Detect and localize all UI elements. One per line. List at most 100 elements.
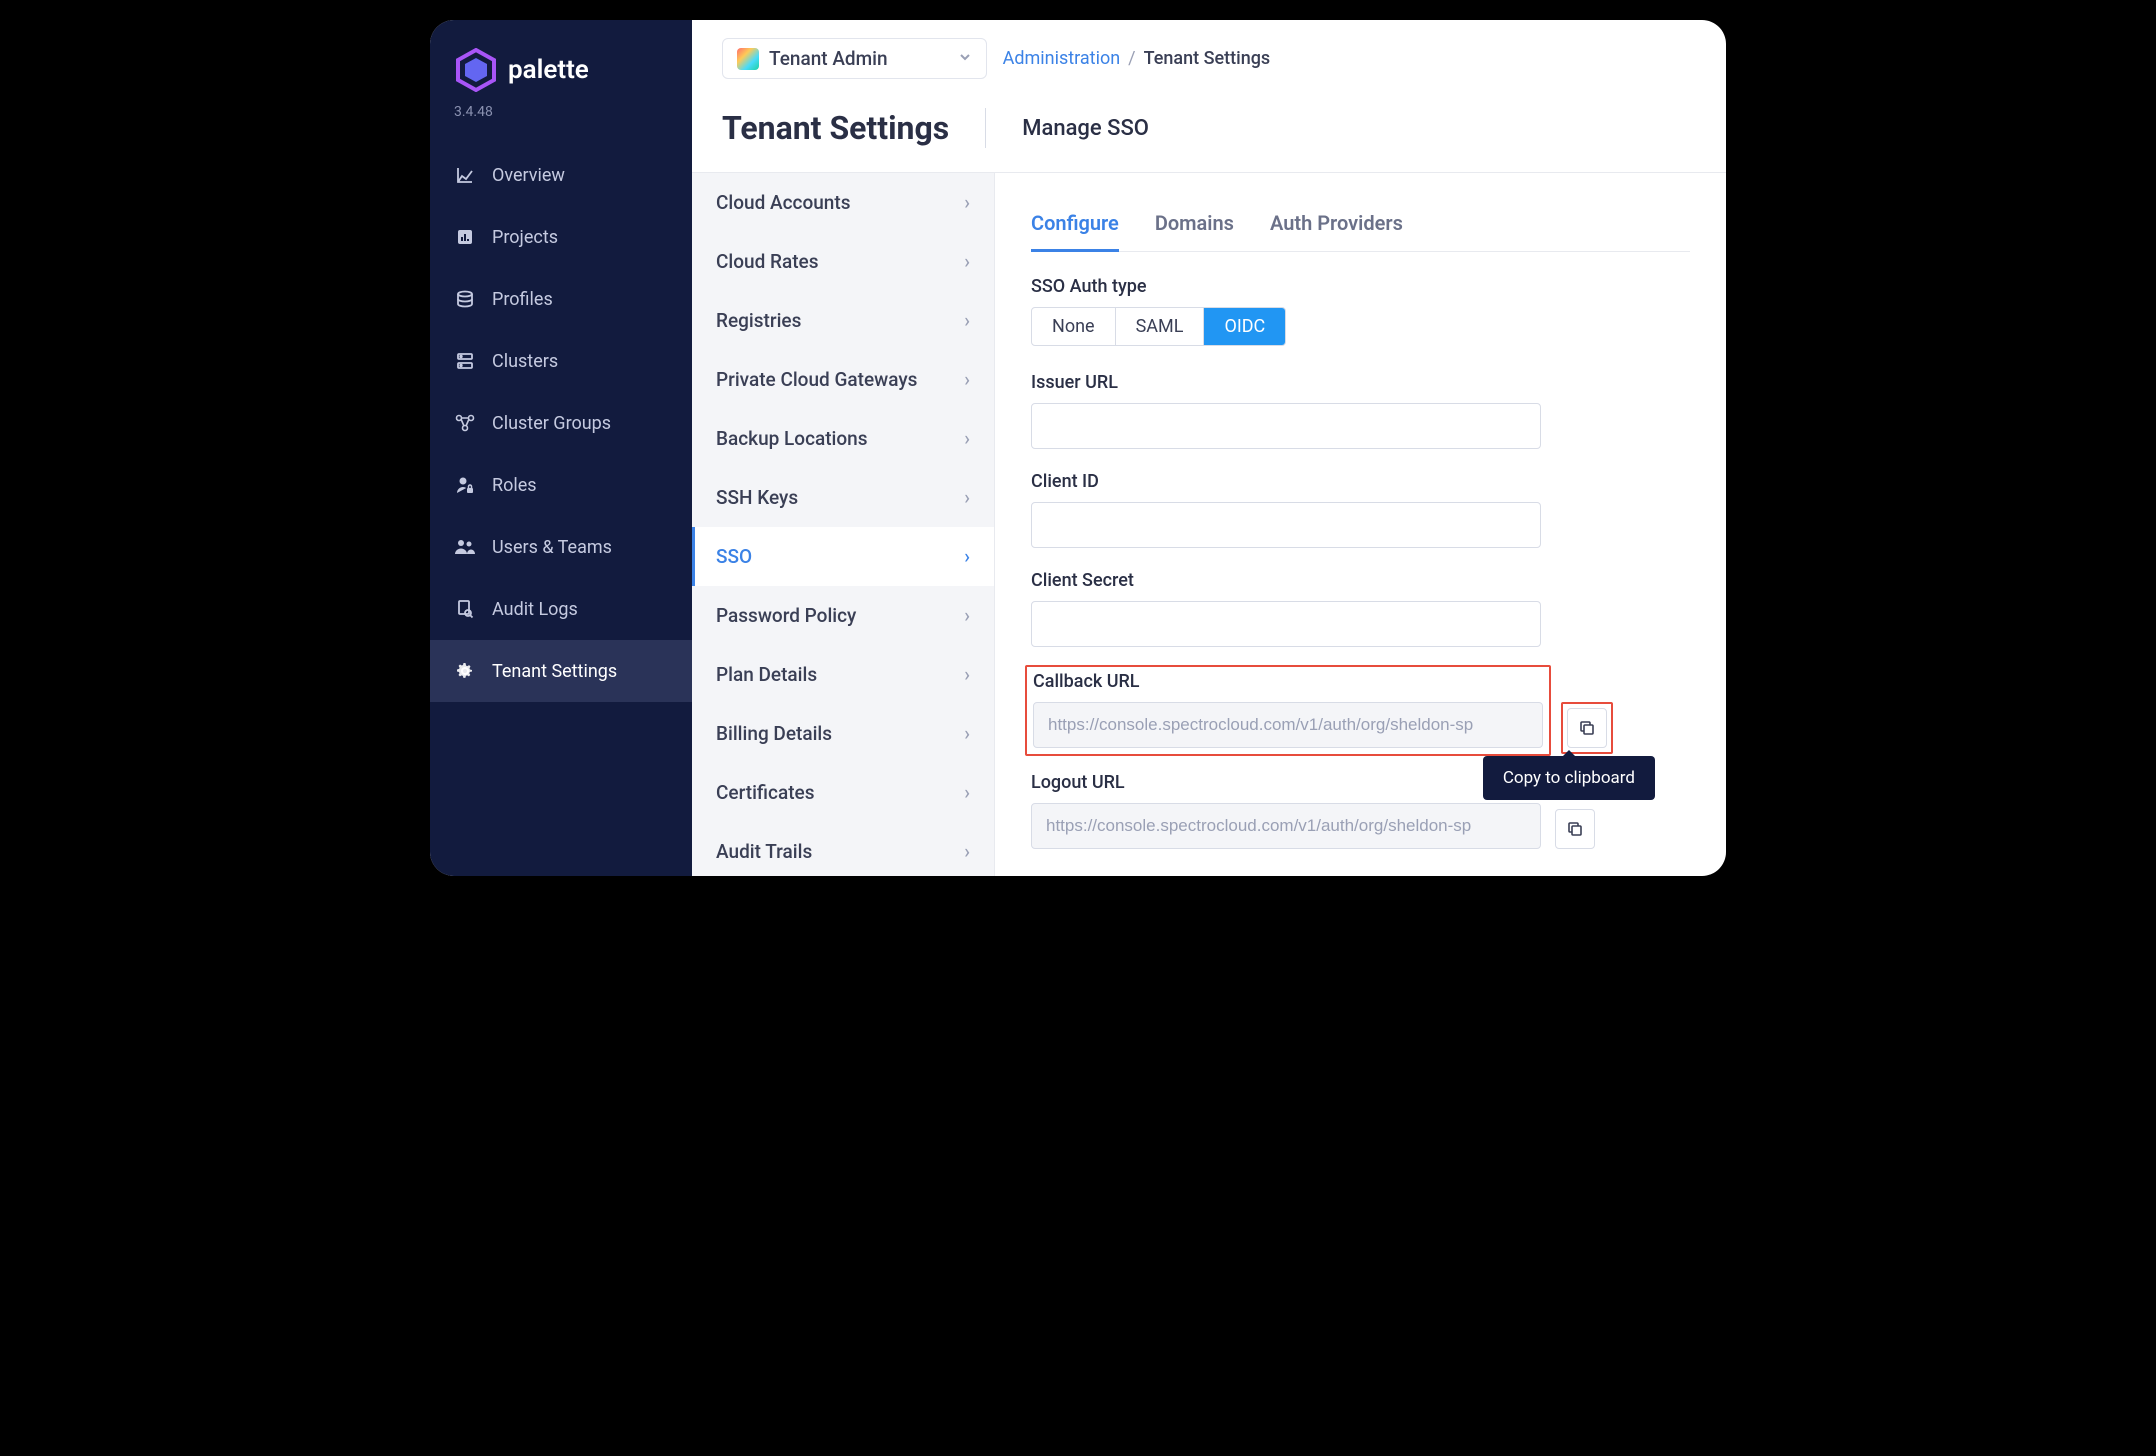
nav-label: Audit Logs xyxy=(492,599,578,620)
copy-highlight: Copy to clipboard xyxy=(1561,702,1613,754)
copy-icon xyxy=(1566,820,1584,838)
page-subtitle: Manage SSO xyxy=(1022,116,1149,141)
settings-nav: Cloud Accounts› Cloud Rates› Registries›… xyxy=(692,173,995,876)
projects-icon xyxy=(454,226,476,248)
sidebar-item-cluster-groups[interactable]: Cluster Groups xyxy=(430,392,692,454)
breadcrumb-link[interactable]: Administration xyxy=(1003,48,1121,69)
version-text: 3.4.48 xyxy=(430,96,692,144)
issuer-url-label: Issuer URL xyxy=(1031,372,1690,393)
client-id-label: Client ID xyxy=(1031,471,1690,492)
breadcrumb-separator: / xyxy=(1128,48,1135,69)
client-secret-field: Client Secret xyxy=(1031,570,1690,647)
auth-type-oidc[interactable]: OIDC xyxy=(1204,308,1285,345)
content-row: Cloud Accounts› Cloud Rates› Registries›… xyxy=(692,172,1726,876)
tenant-icon xyxy=(737,48,759,70)
chevron-right-icon: › xyxy=(964,840,970,863)
sidebar-item-users-teams[interactable]: Users & Teams xyxy=(430,516,692,578)
user-lock-icon xyxy=(454,474,476,496)
callback-url-label: Callback URL xyxy=(1033,671,1543,692)
settings-item-sso[interactable]: SSO› xyxy=(692,527,994,586)
chevron-right-icon: › xyxy=(964,427,970,450)
chevron-right-icon: › xyxy=(964,722,970,745)
sidebar-item-audit-logs[interactable]: Audit Logs xyxy=(430,578,692,640)
breadcrumb: Administration / Tenant Settings xyxy=(1003,48,1271,69)
chevron-right-icon: › xyxy=(964,781,970,804)
breadcrumb-current: Tenant Settings xyxy=(1144,48,1271,69)
copy-logout-button[interactable] xyxy=(1555,809,1595,849)
servers-icon xyxy=(454,350,476,372)
sidebar-item-clusters[interactable]: Clusters xyxy=(430,330,692,392)
callback-highlight: Callback URL xyxy=(1025,665,1551,756)
layers-icon xyxy=(454,288,476,310)
copy-icon xyxy=(1578,719,1596,737)
logo-icon xyxy=(454,48,498,92)
issuer-url-input[interactable] xyxy=(1031,403,1541,449)
topbar: Tenant Admin Administration / Tenant Set… xyxy=(692,20,1726,98)
issuer-url-field: Issuer URL xyxy=(1031,372,1690,449)
search-doc-icon xyxy=(454,598,476,620)
sidebar-item-profiles[interactable]: Profiles xyxy=(430,268,692,330)
settings-item-billing-details[interactable]: Billing Details› xyxy=(692,704,994,763)
gear-icon xyxy=(454,660,476,682)
chevron-right-icon: › xyxy=(964,604,970,627)
sidebar-item-projects[interactable]: Projects xyxy=(430,206,692,268)
nav-label: Tenant Settings xyxy=(492,661,617,682)
settings-item-backup-locations[interactable]: Backup Locations› xyxy=(692,409,994,468)
callback-url-field: Callback URL Copy to clipboard xyxy=(1031,669,1690,750)
logout-url-input[interactable] xyxy=(1031,803,1541,849)
app-window: palette 3.4.48 Overview Projects Profile… xyxy=(430,20,1726,876)
chevron-down-icon xyxy=(958,49,972,68)
chevron-right-icon: › xyxy=(964,545,970,568)
form-area: Configure Domains Auth Providers SSO Aut… xyxy=(995,173,1726,876)
settings-item-private-cloud-gateways[interactable]: Private Cloud Gateways› xyxy=(692,350,994,409)
callback-url-input[interactable] xyxy=(1033,702,1543,748)
tenant-dropdown[interactable]: Tenant Admin xyxy=(722,38,987,79)
client-id-field: Client ID xyxy=(1031,471,1690,548)
copy-tooltip: Copy to clipboard xyxy=(1483,756,1655,800)
auth-type-group: None SAML OIDC xyxy=(1031,307,1286,346)
sidebar-item-roles[interactable]: Roles xyxy=(430,454,692,516)
settings-item-ssh-keys[interactable]: SSH Keys› xyxy=(692,468,994,527)
client-secret-input[interactable] xyxy=(1031,601,1541,647)
settings-item-plan-details[interactable]: Plan Details› xyxy=(692,645,994,704)
brand-name: palette xyxy=(508,55,589,85)
chevron-right-icon: › xyxy=(964,486,970,509)
chart-icon xyxy=(454,164,476,186)
sidebar-item-overview[interactable]: Overview xyxy=(430,144,692,206)
sidebar-item-tenant-settings[interactable]: Tenant Settings xyxy=(430,640,692,702)
main-area: Tenant Admin Administration / Tenant Set… xyxy=(692,20,1726,876)
tab-auth-providers[interactable]: Auth Providers xyxy=(1270,203,1403,251)
tab-domains[interactable]: Domains xyxy=(1155,203,1234,251)
page-header: Tenant Settings Manage SSO xyxy=(692,98,1726,172)
copy-callback-button[interactable] xyxy=(1567,708,1607,748)
page-title: Tenant Settings xyxy=(722,109,949,147)
header-separator xyxy=(985,108,986,148)
users-icon xyxy=(454,536,476,558)
chevron-right-icon: › xyxy=(964,191,970,214)
client-secret-label: Client Secret xyxy=(1031,570,1690,591)
nav-label: Clusters xyxy=(492,351,558,372)
client-id-input[interactable] xyxy=(1031,502,1541,548)
settings-item-cloud-accounts[interactable]: Cloud Accounts› xyxy=(692,173,994,232)
chevron-right-icon: › xyxy=(964,663,970,686)
tabs: Configure Domains Auth Providers xyxy=(1031,203,1690,252)
settings-item-certificates[interactable]: Certificates› xyxy=(692,763,994,822)
chevron-right-icon: › xyxy=(964,250,970,273)
nav-label: Profiles xyxy=(492,289,553,310)
sidebar: palette 3.4.48 Overview Projects Profile… xyxy=(430,20,692,876)
settings-item-password-policy[interactable]: Password Policy› xyxy=(692,586,994,645)
nav-label: Cluster Groups xyxy=(492,413,611,434)
settings-item-registries[interactable]: Registries› xyxy=(692,291,994,350)
auth-type-none[interactable]: None xyxy=(1032,308,1116,345)
nav-label: Roles xyxy=(492,475,537,496)
nav-label: Users & Teams xyxy=(492,537,612,558)
tab-configure[interactable]: Configure xyxy=(1031,203,1119,252)
sidebar-nav: Overview Projects Profiles Clusters Clus… xyxy=(430,144,692,876)
nav-label: Projects xyxy=(492,227,558,248)
settings-item-audit-trails[interactable]: Audit Trails› xyxy=(692,822,994,876)
nav-label: Overview xyxy=(492,165,565,186)
tenant-label: Tenant Admin xyxy=(769,47,888,70)
settings-item-cloud-rates[interactable]: Cloud Rates› xyxy=(692,232,994,291)
auth-type-saml[interactable]: SAML xyxy=(1116,308,1205,345)
auth-type-label: SSO Auth type xyxy=(1031,276,1690,297)
